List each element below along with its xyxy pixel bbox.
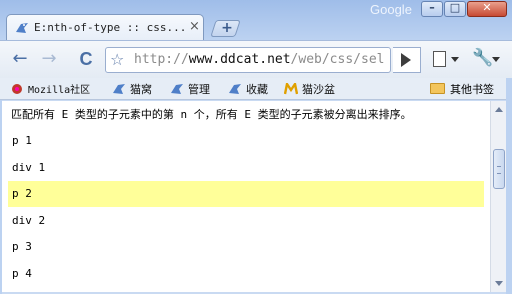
ddcat-bird-icon <box>229 84 241 94</box>
minimize-button[interactable]: – <box>421 1 443 17</box>
scroll-up-icon[interactable] <box>495 107 503 112</box>
plus-icon: + <box>221 20 233 36</box>
browser-tab[interactable]: E:nth-of-type :: css... × <box>6 14 204 41</box>
chevron-down-icon <box>492 57 500 62</box>
folder-icon <box>430 83 445 94</box>
tab-close-icon[interactable]: × <box>189 20 200 34</box>
reload-icon: C <box>79 49 93 69</box>
navigation-toolbar: ← → C ☆ http://www.ddcat.net/web/css/sel… <box>0 40 512 78</box>
content-row: div 2 <box>12 213 46 227</box>
url-text[interactable]: http://www.ddcat.net/web/css/sel <box>134 52 384 67</box>
content-row: div 1 <box>12 160 46 174</box>
other-bookmarks-label: 其他书签 <box>450 83 494 96</box>
title-bar: E:nth-of-type :: css... × + Google – □ ✕ <box>0 0 512 41</box>
window-frame-right <box>506 78 512 294</box>
maximize-icon: □ <box>449 1 461 14</box>
chevron-down-icon <box>451 57 459 62</box>
address-bar[interactable]: ☆ http://www.ddcat.net/web/css/sel <box>105 47 391 73</box>
bookmarks-bar: Mozilla社区 猫窝 管理 收藏 猫沙盆 其他书签 <box>0 78 512 100</box>
page-menu-button[interactable] <box>433 50 463 70</box>
bookmark-maoshapen[interactable]: 猫沙盆 <box>284 81 335 98</box>
highlighted-row: p 2 <box>8 181 484 207</box>
bookmark-mozilla[interactable]: Mozilla社区 <box>10 81 90 98</box>
content-row: p 1 <box>12 134 32 147</box>
wrench-icon: 🔧 <box>472 48 494 68</box>
bookmark-maowo[interactable]: 猫窝 <box>112 81 152 98</box>
url-path: /web/css/sel <box>290 52 385 67</box>
mozilla-icon <box>12 84 22 94</box>
maximize-button[interactable]: □ <box>444 1 466 17</box>
reload-button[interactable]: C <box>74 49 98 71</box>
arrow-left-icon: ← <box>12 48 28 69</box>
close-window-button[interactable]: ✕ <box>467 1 507 17</box>
other-bookmarks[interactable]: 其他书签 <box>430 81 494 97</box>
scroll-down-icon[interactable] <box>495 281 503 286</box>
go-arrow-icon[interactable] <box>401 53 411 67</box>
ddcat-bird-icon <box>171 84 183 94</box>
bookmark-label: 猫窝 <box>130 83 152 96</box>
content-row: p 3 <box>12 240 32 253</box>
vertical-scrollbar[interactable] <box>490 101 506 292</box>
browser-brand: Google <box>370 2 412 17</box>
bookmark-guanli[interactable]: 管理 <box>170 81 210 98</box>
wrench-menu-button[interactable]: 🔧 <box>472 48 504 70</box>
m-logo-icon <box>284 83 298 95</box>
new-tab-button[interactable]: + <box>210 20 241 37</box>
url-scheme: http:// <box>134 52 189 67</box>
bookmark-shoucang[interactable]: 收藏 <box>228 81 268 98</box>
minimize-icon: – <box>429 1 435 14</box>
ddcat-bird-icon <box>113 84 125 94</box>
bookmark-label: 管理 <box>188 83 210 96</box>
url-host: www.ddcat.net <box>188 52 291 67</box>
star-icon[interactable]: ☆ <box>110 50 124 69</box>
arrow-right-icon: → <box>41 48 57 69</box>
page-icon <box>433 51 446 67</box>
close-icon: ✕ <box>482 1 492 14</box>
bookmark-label: 收藏 <box>246 83 268 96</box>
page-intro-text: 匹配所有 E 类型的子元素中的第 n 个，所有 E 类型的子元素被分离出来排序。 <box>11 108 412 121</box>
forward-button[interactable]: → <box>37 49 61 71</box>
bookmark-label: Mozilla社区 <box>28 85 91 96</box>
scrollbar-thumb[interactable] <box>493 149 505 189</box>
ddcat-bird-icon <box>16 23 28 33</box>
tab-title: E:nth-of-type :: css... <box>34 21 187 34</box>
bookmark-label: 猫沙盆 <box>302 83 335 96</box>
content-row: p 4 <box>12 266 32 280</box>
back-button[interactable]: ← <box>8 49 32 71</box>
page-content: 匹配所有 E 类型的子元素中的第 n 个，所有 E 类型的子元素被分离出来排序。… <box>2 101 490 292</box>
